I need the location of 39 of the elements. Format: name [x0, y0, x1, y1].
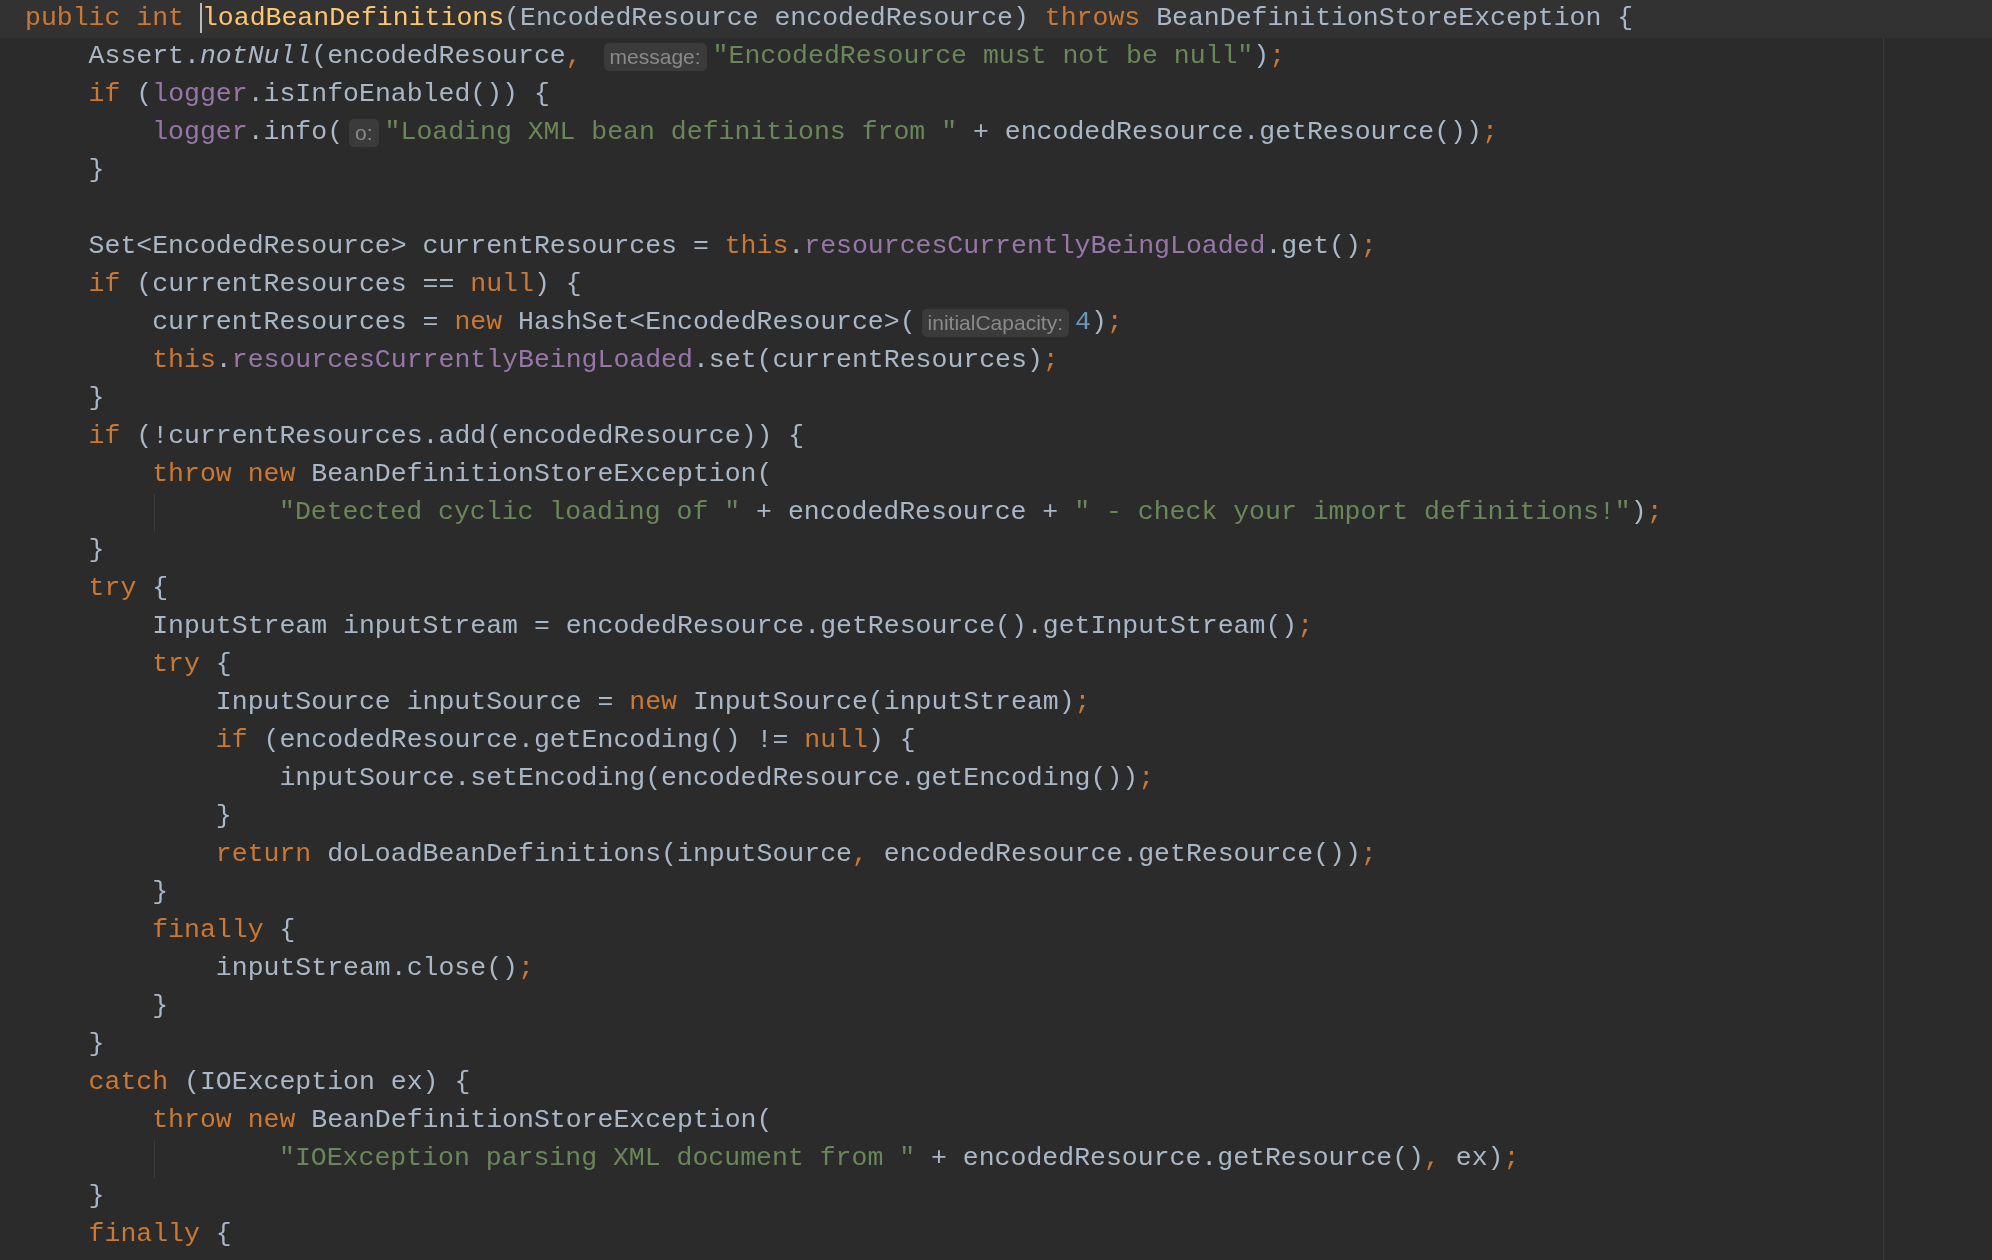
code-text: }	[151, 990, 169, 1024]
code-text: InputStream inputStream = encodedResource.getResource().getInputStream();	[151, 610, 1314, 644]
code-text: if (encodedResource.getEncoding() != null) {	[214, 724, 916, 758]
code-text: if (currentResources == null) {	[87, 268, 582, 302]
code-text: }	[87, 1028, 105, 1062]
parameter-hint: message:	[603, 43, 707, 71]
code-text: "Detected cyclic loading of " + encodedResource + " - check your import definitions!");	[279, 496, 1663, 530]
code-text: }	[87, 382, 105, 416]
code-text: inputSource.setEncoding(encodedResource.getEncoding());	[278, 762, 1155, 796]
code-editor[interactable]	[0, 0, 1992, 1260]
code-text: finally {	[151, 914, 296, 948]
code-text: }	[87, 154, 105, 188]
code-text: throw new BeanDefinitionStoreException(	[151, 1104, 773, 1138]
code-text: InputSource inputSource = new InputSource(inputStream);	[214, 686, 1091, 720]
parameter-hint: o:	[349, 119, 379, 147]
code-text: public int loadBeanDefinitions(EncodedResource encodedResource) throws BeanDefinitionStoreException {	[25, 2, 1634, 36]
code-text: }	[87, 1180, 105, 1214]
code-text: }	[214, 800, 232, 834]
code-text: return doLoadBeanDefinitions(inputSource, encodedResource.getResource());	[214, 838, 1377, 872]
code-text: "IOException parsing XML document from " + encodedResource.getResource(), ex);	[279, 1142, 1520, 1176]
code-text: currentResources = new HashSet<EncodedResource>(	[151, 306, 916, 340]
code-text: 4);	[1075, 306, 1123, 340]
code-text: }	[87, 534, 105, 568]
code-text: }	[151, 876, 169, 910]
code-text: try {	[87, 572, 169, 606]
code-text: throw new BeanDefinitionStoreException(	[151, 458, 773, 492]
code-text: if (!currentResources.add(encodedResource)) {	[87, 420, 805, 454]
code-text: Set<EncodedResource> currentResources = this.resourcesCurrentlyBeingLoaded.get();	[87, 230, 1377, 264]
code-text: this.resourcesCurrentlyBeingLoaded.set(currentResources);	[151, 344, 1059, 378]
code-text: logger.info(	[151, 116, 344, 150]
code-text: "Loading XML bean definitions from " + encodedResource.getResource());	[384, 116, 1498, 150]
code-text: try {	[151, 648, 232, 682]
code-text: "EncodedResource must not be null");	[712, 40, 1286, 74]
code-text: Assert.notNull(encodedResource,	[87, 40, 583, 74]
code-text: catch (IOException ex) {	[87, 1066, 471, 1100]
parameter-hint: initialCapacity:	[921, 309, 1069, 337]
code-text: if (logger.isInfoEnabled()) {	[87, 78, 550, 112]
code-text: inputStream.close();	[214, 952, 534, 986]
code-text: finally {	[87, 1218, 232, 1252]
